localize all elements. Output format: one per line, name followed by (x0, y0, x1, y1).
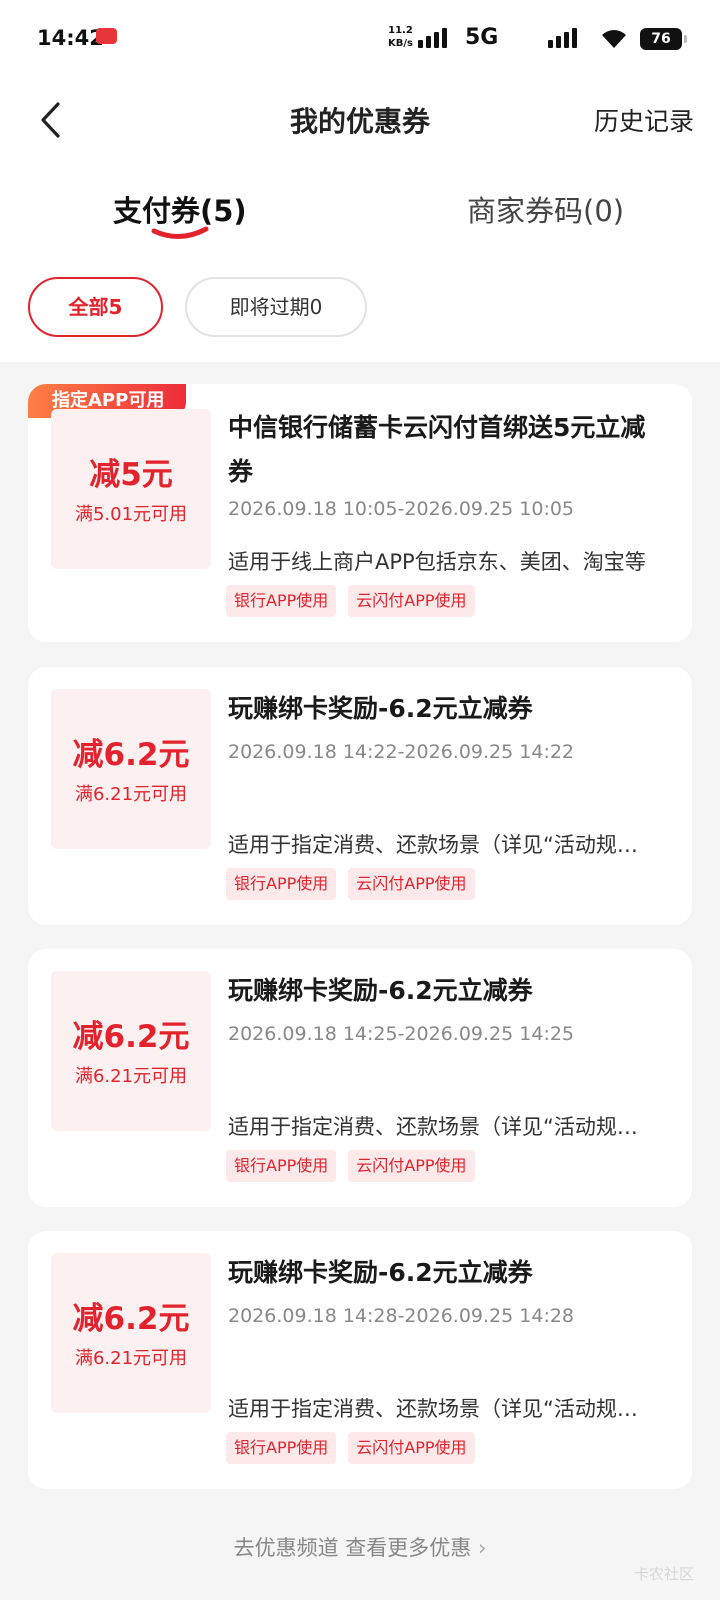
coupon-amount: 减6.2元 (72, 737, 190, 773)
wifi-icon (602, 30, 626, 48)
scene-tag: 银行APP使用 (226, 868, 337, 900)
coupon-description: 适用于线上商户APP包括京东、美团、淘宝等 (228, 550, 646, 574)
notification-app-icon (96, 28, 117, 44)
coupon-validity: 2026.09.18 14:28-2026.09.25 14:28 (228, 1305, 575, 1327)
coupon-card[interactable]: 指定APP可用 减5元 满5.01元可用 中信银行储蓄卡云闪付首绑送5元立减券 … (28, 384, 692, 642)
network-speed-unit: KB/s (388, 38, 413, 49)
more-deals-link[interactable]: 去优惠频道 查看更多优惠 › (0, 1532, 720, 1562)
network-type: 5G (465, 25, 499, 50)
tab-merchant-codes[interactable]: 商家券码(0) (467, 188, 624, 230)
coupon-validity: 2026.09.18 14:25-2026.09.25 14:25 (228, 1023, 575, 1045)
coupon-description: 适用于指定消费、还款场景（详见“活动规则”） (228, 1115, 658, 1139)
coupon-card[interactable]: 减6.2元 满6.21元可用 玩赚绑卡奖励-6.2元立减券 2026.09.18… (28, 949, 692, 1207)
coupon-scene-tags: 银行APP使用 云闪付APP使用 (226, 868, 475, 900)
tab-payment-coupons[interactable]: 支付券(5) (113, 188, 247, 230)
coupon-validity: 2026.09.18 14:22-2026.09.25 14:22 (228, 741, 575, 763)
coupon-scene-tags: 银行APP使用 云闪付APP使用 (226, 1150, 475, 1182)
coupon-min-spend: 满6.21元可用 (74, 784, 188, 805)
coupon-card[interactable]: 减6.2元 满6.21元可用 玩赚绑卡奖励-6.2元立减券 2026.09.18… (28, 667, 692, 925)
coupon-amount-box: 减6.2元 满6.21元可用 (51, 971, 211, 1131)
scene-tag: 云闪付APP使用 (348, 1432, 475, 1464)
coupon-title: 玩赚绑卡奖励-6.2元立减券 (228, 694, 533, 723)
coupon-title: 中信银行储蓄卡云闪付首绑送5元立减券 (228, 413, 646, 486)
signal-icon (418, 28, 447, 48)
filter-expiring-chip[interactable]: 即将过期0 (185, 277, 367, 337)
coupon-amount-box: 减6.2元 满6.21元可用 (51, 689, 211, 849)
coupon-min-spend: 满6.21元可用 (74, 1348, 188, 1369)
coupon-amount-box: 减5元 满5.01元可用 (51, 409, 211, 569)
scene-tag: 银行APP使用 (226, 585, 337, 617)
coupon-card[interactable]: 减6.2元 满6.21元可用 玩赚绑卡奖励-6.2元立减券 2026.09.18… (28, 1231, 692, 1489)
scene-tag: 云闪付APP使用 (348, 1150, 475, 1182)
scene-tag: 云闪付APP使用 (348, 868, 475, 900)
coupon-title: 玩赚绑卡奖励-6.2元立减券 (228, 976, 533, 1005)
coupon-scene-tags: 银行APP使用 云闪付APP使用 (226, 1432, 475, 1464)
status-time: 14:42 (37, 26, 104, 50)
coupon-scene-tags: 银行APP使用 云闪付APP使用 (226, 585, 475, 617)
scene-tag: 银行APP使用 (226, 1150, 337, 1182)
coupon-description: 适用于指定消费、还款场景（详见“活动规则”） (228, 1397, 658, 1421)
watermark: 卡农社区 (633, 1565, 694, 1583)
coupon-validity: 2026.09.18 10:05-2026.09.25 10:05 (228, 498, 575, 520)
network-speed-value: 11.2 (388, 25, 413, 36)
chevron-right-icon: › (477, 1536, 487, 1560)
coupon-amount: 减5元 (89, 457, 173, 493)
coupon-amount-box: 减6.2元 满6.21元可用 (51, 1253, 211, 1413)
scene-tag: 云闪付APP使用 (348, 585, 475, 617)
active-tab-indicator (151, 226, 209, 239)
more-deals-label: 去优惠频道 查看更多优惠 (233, 1536, 472, 1560)
coupon-min-spend: 满5.01元可用 (74, 504, 188, 525)
coupon-min-spend: 满6.21元可用 (74, 1066, 188, 1087)
network-speed: 11.2 KB/s (388, 24, 413, 50)
coupon-amount: 减6.2元 (72, 1301, 190, 1337)
signal-strength-icon (548, 28, 577, 48)
battery-icon: 76 (640, 28, 687, 50)
history-button[interactable]: 历史记录 (594, 102, 694, 138)
coupon-amount: 减6.2元 (72, 1019, 190, 1055)
scene-tag: 银行APP使用 (226, 1432, 337, 1464)
coupon-description: 适用于指定消费、还款场景（详见“活动规则”） (228, 833, 658, 857)
filter-all-chip[interactable]: 全部5 (28, 277, 163, 337)
coupon-title: 玩赚绑卡奖励-6.2元立减券 (228, 1258, 533, 1287)
